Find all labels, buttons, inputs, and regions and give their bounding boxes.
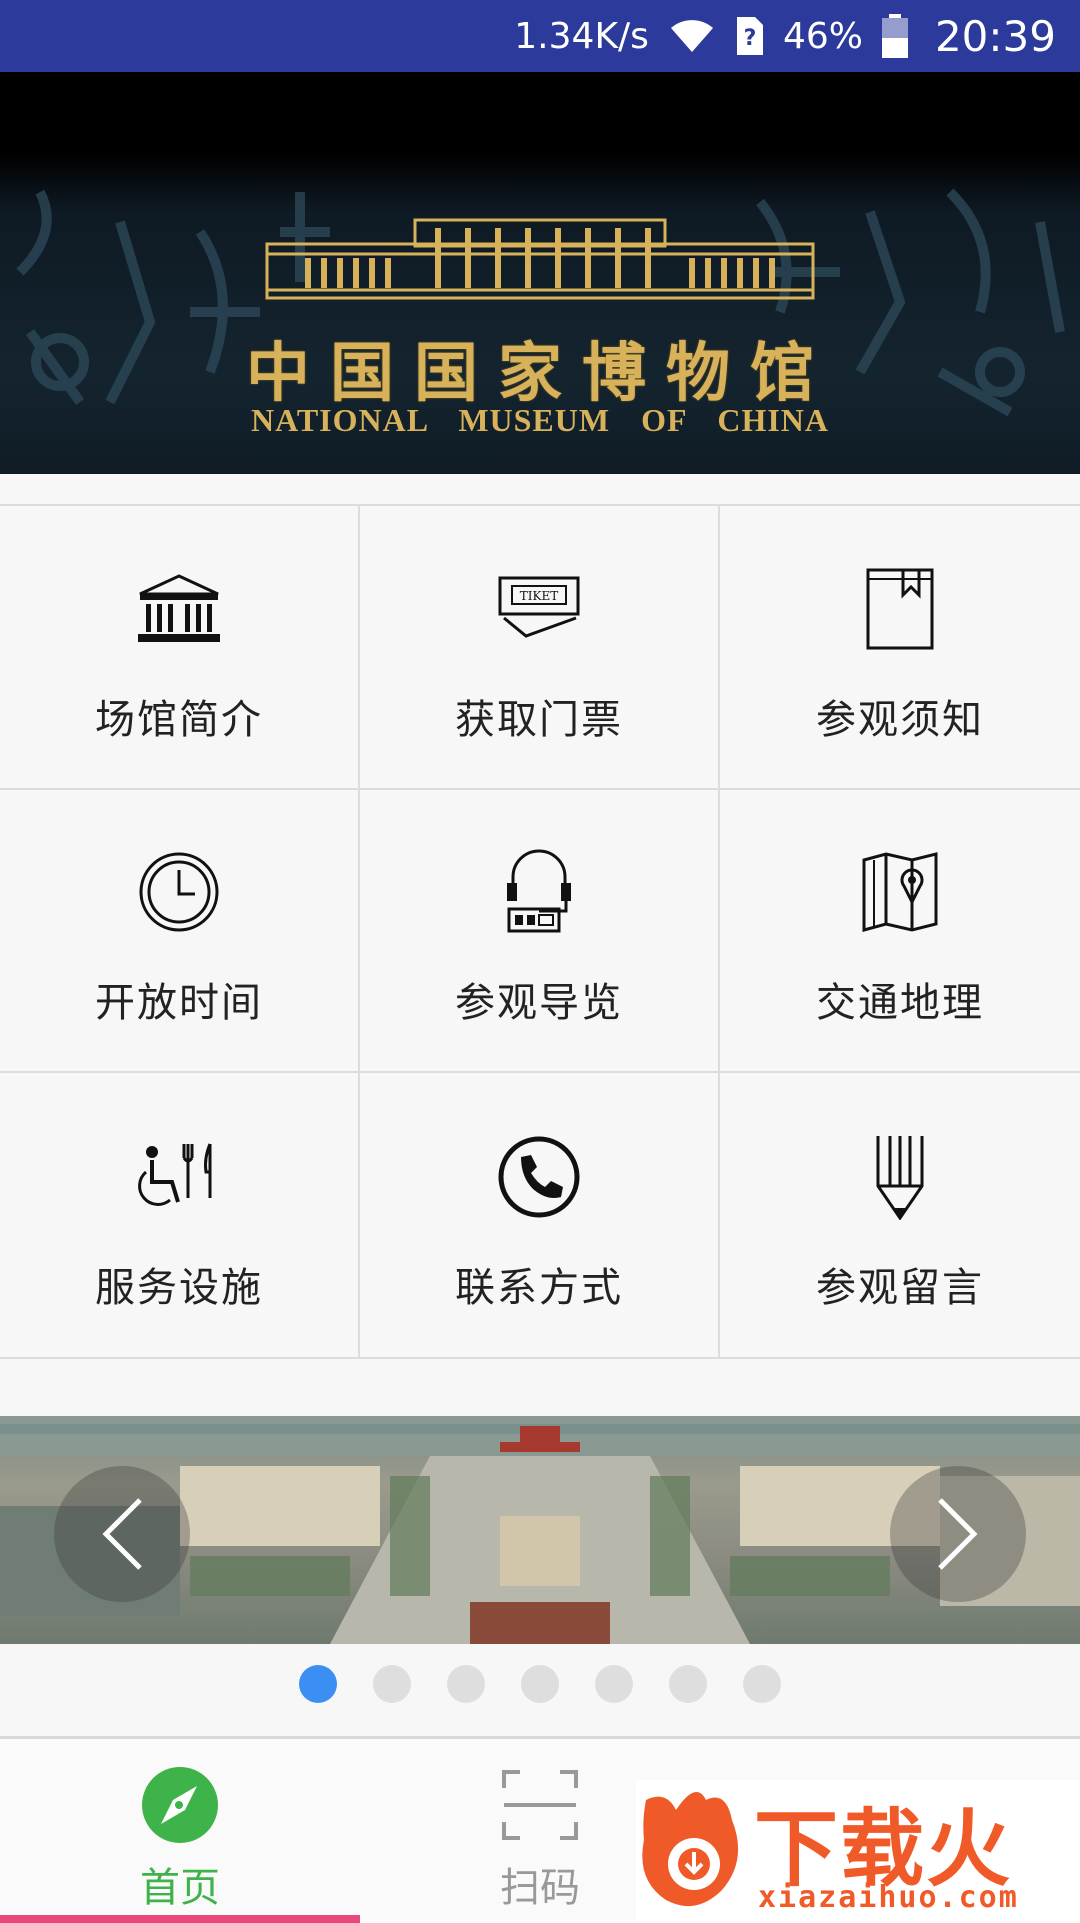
menu-label: 服务设施 [95,1265,263,1312]
museum-title-english: NATIONAL MUSEUM OF CHINA [250,402,829,438]
museum-building-emblem [265,218,815,300]
carousel-dot-3[interactable] [447,1665,485,1703]
clock-time: 20:39 [934,11,1056,61]
menu-label: 参观导览 [455,980,623,1027]
scan-icon [500,1765,580,1845]
phone-icon [491,1129,587,1225]
menu-label: 获取门票 [455,696,623,743]
carousel-pagination [0,1664,1080,1704]
svg-text:?: ? [744,26,757,51]
menu-item-venue-intro[interactable]: 场馆简介 [0,506,360,790]
compass-icon [140,1765,220,1845]
ticket-icon: TIKET [491,561,587,657]
menu-label: 参观须知 [816,696,984,743]
wifi-icon [667,16,717,56]
menu-item-get-tickets[interactable]: TIKET 获取门票 [360,506,720,790]
notebook-icon [852,561,948,657]
menu-label: 交通地理 [816,980,984,1027]
menu-item-guided-tour[interactable]: 参观导览 [360,789,720,1074]
chevron-left-icon [102,1498,142,1570]
tab-home[interactable]: 首页 [0,1739,360,1923]
download-site-watermark: 下载火 xiazaihuo.com [636,1780,1080,1920]
status-bar: 1.34K/s ? 46% 20:39 [0,0,1080,72]
tab-label: 扫码 [500,1865,580,1911]
menu-label: 开放时间 [95,980,263,1027]
menu-item-contact[interactable]: 联系方式 [360,1073,720,1357]
museum-title-chinese: 中国国家博物馆 [246,336,834,411]
museum-building-icon [131,561,227,657]
audio-guide-icon [491,844,587,940]
menu-label: 参观留言 [816,1265,984,1312]
svg-text:TIKET: TIKET [520,589,558,603]
feature-grid: 场馆简介 TIKET 获取门票 参观须知 开放时间 参观导览 交通地理 服务设施… [0,504,1080,1359]
carousel-dot-1[interactable] [299,1665,337,1703]
pencil-icon [852,1129,948,1225]
watermark-url: xiazaihuo.com [758,1880,1019,1915]
active-tab-indicator [0,1915,360,1923]
menu-label: 联系方式 [455,1265,623,1312]
battery-percent: 46% [782,15,863,57]
battery-icon [881,14,909,58]
carousel-dot-5[interactable] [595,1665,633,1703]
network-speed: 1.34K/s [514,15,649,57]
sim-unknown-icon: ? [735,15,765,57]
carousel-dot-2[interactable] [373,1665,411,1703]
carousel-dot-4[interactable] [521,1665,559,1703]
chevron-right-icon [938,1498,978,1570]
accessibility-dining-icon [131,1129,227,1225]
museum-banner: 中国国家博物馆 NATIONAL MUSEUM OF CHINA [0,72,1080,474]
map-pin-icon [852,844,948,940]
clock-icon [131,844,227,940]
menu-item-guestbook[interactable]: 参观留言 [720,1073,1080,1357]
menu-item-service-facilities[interactable]: 服务设施 [0,1073,360,1357]
menu-item-opening-hours[interactable]: 开放时间 [0,789,360,1074]
menu-label: 场馆简介 [95,696,263,743]
menu-item-visit-notice[interactable]: 参观须知 [720,506,1080,790]
carousel-next-button[interactable] [890,1466,1026,1602]
menu-item-transport-map[interactable]: 交通地理 [720,790,1080,1074]
carousel-dot-7[interactable] [743,1665,781,1703]
carousel-dot-6[interactable] [669,1665,707,1703]
image-carousel[interactable] [0,1416,1080,1644]
flame-logo-icon [642,1792,739,1907]
tab-label: 首页 [140,1865,220,1911]
carousel-prev-button[interactable] [54,1466,190,1602]
